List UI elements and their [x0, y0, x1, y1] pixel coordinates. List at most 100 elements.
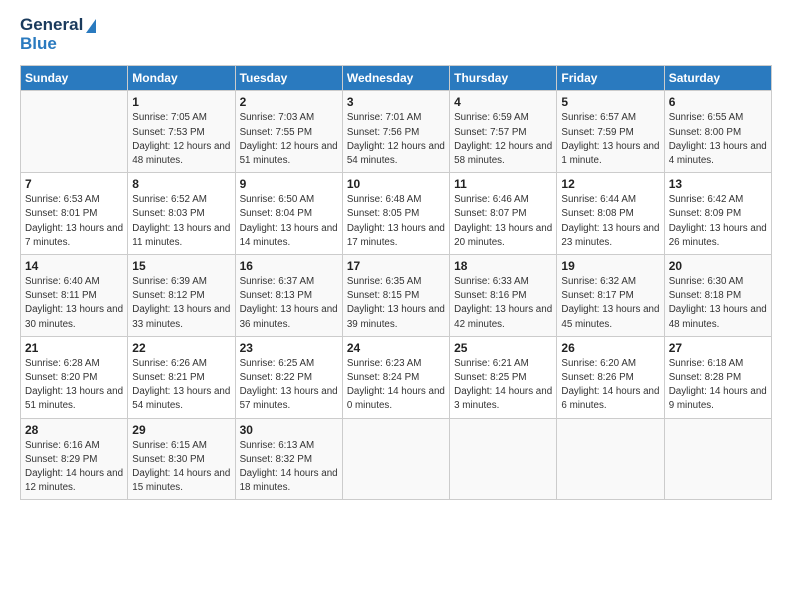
day-number: 25	[454, 341, 552, 355]
day-number: 23	[240, 341, 338, 355]
day-number: 16	[240, 259, 338, 273]
calendar-cell: 30Sunrise: 6:13 AMSunset: 8:32 PMDayligh…	[235, 418, 342, 500]
calendar-cell	[450, 418, 557, 500]
day-number: 8	[132, 177, 230, 191]
day-info: Sunrise: 6:20 AMSunset: 8:26 PMDaylight:…	[561, 357, 659, 414]
calendar-cell: 19 Sunrise: 6:32 AMSunset: 8:17 PMDayligh…	[557, 255, 664, 337]
day-info: Sunrise: 6:21 AMSunset: 8:25 PMDaylight:…	[454, 357, 552, 414]
day-number: 19	[561, 259, 659, 273]
day-number: 20	[669, 259, 767, 273]
page-container: General Blue SundayMondayTuesdayWednesda…	[0, 0, 792, 510]
calendar-cell: 16 Sunrise: 6:37 AMSunset: 8:13 PMDayligh…	[235, 255, 342, 337]
calendar-cell: 27 Sunrise: 6:18 AMSunset: 8:28 PMDayligh…	[664, 336, 771, 418]
calendar-cell	[664, 418, 771, 500]
day-info: Sunrise: 6:13 AMSunset: 8:32 PMDaylight:…	[240, 439, 338, 496]
logo: General Blue	[20, 16, 96, 53]
calendar-cell: 26 Sunrise: 6:20 AMSunset: 8:26 PMDayligh…	[557, 336, 664, 418]
day-info: Sunrise: 6:23 AMSunset: 8:24 PMDaylight:…	[347, 357, 445, 414]
day-number: 28	[25, 423, 123, 437]
day-info: Sunrise: 7:03 AMSunset: 7:55 PMDaylight:…	[240, 111, 338, 168]
day-number: 2	[240, 95, 338, 109]
weekday-header-sunday: Sunday	[21, 66, 128, 91]
day-info: Sunrise: 6:59 AMSunset: 7:57 PMDaylight:…	[454, 111, 552, 168]
day-number: 29	[132, 423, 230, 437]
calendar-cell: 17Sunrise: 6:35 AMSunset: 8:15 PMDayligh…	[342, 255, 449, 337]
weekday-header-monday: Monday	[128, 66, 235, 91]
calendar-cell: 6 Sunrise: 6:55 AMSunset: 8:00 PMDaylight…	[664, 91, 771, 173]
day-info: Sunrise: 7:05 AMSunset: 7:53 PMDaylight:…	[132, 111, 230, 168]
day-info: Sunrise: 6:46 AMSunset: 8:07 PMDaylight:…	[454, 193, 552, 250]
calendar-cell: 5Sunrise: 6:57 AMSunset: 7:59 PMDaylight…	[557, 91, 664, 173]
day-info: Sunrise: 7:01 AMSunset: 7:56 PMDaylight:…	[347, 111, 445, 168]
day-info: Sunrise: 6:26 AMSunset: 8:21 PMDaylight:…	[132, 357, 230, 414]
calendar-cell: 9Sunrise: 6:50 AMSunset: 8:04 PMDaylight…	[235, 173, 342, 255]
weekday-header-saturday: Saturday	[664, 66, 771, 91]
day-info: Sunrise: 6:16 AMSunset: 8:29 PMDaylight:…	[25, 439, 123, 496]
calendar-cell	[342, 418, 449, 500]
calendar-cell: 24 Sunrise: 6:23 AMSunset: 8:24 PMDayligh…	[342, 336, 449, 418]
calendar-cell: 3 Sunrise: 7:01 AMSunset: 7:56 PMDaylight…	[342, 91, 449, 173]
calendar-cell: 14 Sunrise: 6:40 AMSunset: 8:11 PMDayligh…	[21, 255, 128, 337]
day-number: 15	[132, 259, 230, 273]
week-row-4: 21 Sunrise: 6:28 AMSunset: 8:20 PMDayligh…	[21, 336, 772, 418]
calendar-cell: 11 Sunrise: 6:46 AMSunset: 8:07 PMDayligh…	[450, 173, 557, 255]
calendar-cell: 20 Sunrise: 6:30 AMSunset: 8:18 PMDayligh…	[664, 255, 771, 337]
calendar-cell: 18 Sunrise: 6:33 AMSunset: 8:16 PMDayligh…	[450, 255, 557, 337]
calendar-cell: 25 Sunrise: 6:21 AMSunset: 8:25 PMDayligh…	[450, 336, 557, 418]
day-number: 18	[454, 259, 552, 273]
calendar-cell: 10 Sunrise: 6:48 AMSunset: 8:05 PMDayligh…	[342, 173, 449, 255]
day-info: Sunrise: 6:32 AMSunset: 8:17 PMDaylight:…	[561, 275, 659, 332]
calendar-cell: 13 Sunrise: 6:42 AMSunset: 8:09 PMDayligh…	[664, 173, 771, 255]
day-number: 24	[347, 341, 445, 355]
calendar-cell: 21 Sunrise: 6:28 AMSunset: 8:20 PMDayligh…	[21, 336, 128, 418]
day-number: 11	[454, 177, 552, 191]
day-number: 27	[669, 341, 767, 355]
day-info: Sunrise: 6:48 AMSunset: 8:05 PMDaylight:…	[347, 193, 445, 250]
day-info: Sunrise: 6:28 AMSunset: 8:20 PMDaylight:…	[25, 357, 123, 414]
day-info: Sunrise: 6:42 AMSunset: 8:09 PMDaylight:…	[669, 193, 767, 250]
day-number: 26	[561, 341, 659, 355]
day-info: Sunrise: 6:52 AMSunset: 8:03 PMDaylight:…	[132, 193, 230, 250]
day-info: Sunrise: 6:25 AMSunset: 8:22 PMDaylight:…	[240, 357, 338, 414]
weekday-header-thursday: Thursday	[450, 66, 557, 91]
calendar-cell: 4Sunrise: 6:59 AMSunset: 7:57 PMDaylight…	[450, 91, 557, 173]
day-info: Sunrise: 6:35 AMSunset: 8:15 PMDaylight:…	[347, 275, 445, 332]
day-info: Sunrise: 6:39 AMSunset: 8:12 PMDaylight:…	[132, 275, 230, 332]
calendar-cell: 29 Sunrise: 6:15 AMSunset: 8:30 PMDayligh…	[128, 418, 235, 500]
weekday-header-row: SundayMondayTuesdayWednesdayThursdayFrid…	[21, 66, 772, 91]
day-info: Sunrise: 6:40 AMSunset: 8:11 PMDaylight:…	[25, 275, 123, 332]
day-number: 12	[561, 177, 659, 191]
day-info: Sunrise: 6:33 AMSunset: 8:16 PMDaylight:…	[454, 275, 552, 332]
day-number: 3	[347, 95, 445, 109]
logo-text-general: General	[20, 16, 96, 35]
calendar-cell: 2 Sunrise: 7:03 AMSunset: 7:55 PMDaylight…	[235, 91, 342, 173]
calendar-cell: 8 Sunrise: 6:52 AMSunset: 8:03 PMDaylight…	[128, 173, 235, 255]
week-row-2: 7 Sunrise: 6:53 AMSunset: 8:01 PMDaylight…	[21, 173, 772, 255]
day-number: 9	[240, 177, 338, 191]
day-info: Sunrise: 6:15 AMSunset: 8:30 PMDaylight:…	[132, 439, 230, 496]
day-info: Sunrise: 6:18 AMSunset: 8:28 PMDaylight:…	[669, 357, 767, 414]
day-info: Sunrise: 6:55 AMSunset: 8:00 PMDaylight:…	[669, 111, 767, 168]
day-number: 7	[25, 177, 123, 191]
calendar-cell: 28 Sunrise: 6:16 AMSunset: 8:29 PMDayligh…	[21, 418, 128, 500]
day-number: 5	[561, 95, 659, 109]
calendar-cell: 22 Sunrise: 6:26 AMSunset: 8:21 PMDayligh…	[128, 336, 235, 418]
day-number: 6	[669, 95, 767, 109]
week-row-5: 28 Sunrise: 6:16 AMSunset: 8:29 PMDayligh…	[21, 418, 772, 500]
day-number: 10	[347, 177, 445, 191]
weekday-header-tuesday: Tuesday	[235, 66, 342, 91]
header: General Blue	[20, 16, 772, 53]
day-info: Sunrise: 6:37 AMSunset: 8:13 PMDaylight:…	[240, 275, 338, 332]
day-number: 1	[132, 95, 230, 109]
week-row-3: 14 Sunrise: 6:40 AMSunset: 8:11 PMDayligh…	[21, 255, 772, 337]
calendar-cell: 12Sunrise: 6:44 AMSunset: 8:08 PMDayligh…	[557, 173, 664, 255]
day-number: 14	[25, 259, 123, 273]
day-number: 13	[669, 177, 767, 191]
weekday-header-wednesday: Wednesday	[342, 66, 449, 91]
calendar-cell	[21, 91, 128, 173]
calendar-cell: 23 Sunrise: 6:25 AMSunset: 8:22 PMDayligh…	[235, 336, 342, 418]
day-info: Sunrise: 6:30 AMSunset: 8:18 PMDaylight:…	[669, 275, 767, 332]
day-info: Sunrise: 6:53 AMSunset: 8:01 PMDaylight:…	[25, 193, 123, 250]
day-number: 21	[25, 341, 123, 355]
day-number: 22	[132, 341, 230, 355]
